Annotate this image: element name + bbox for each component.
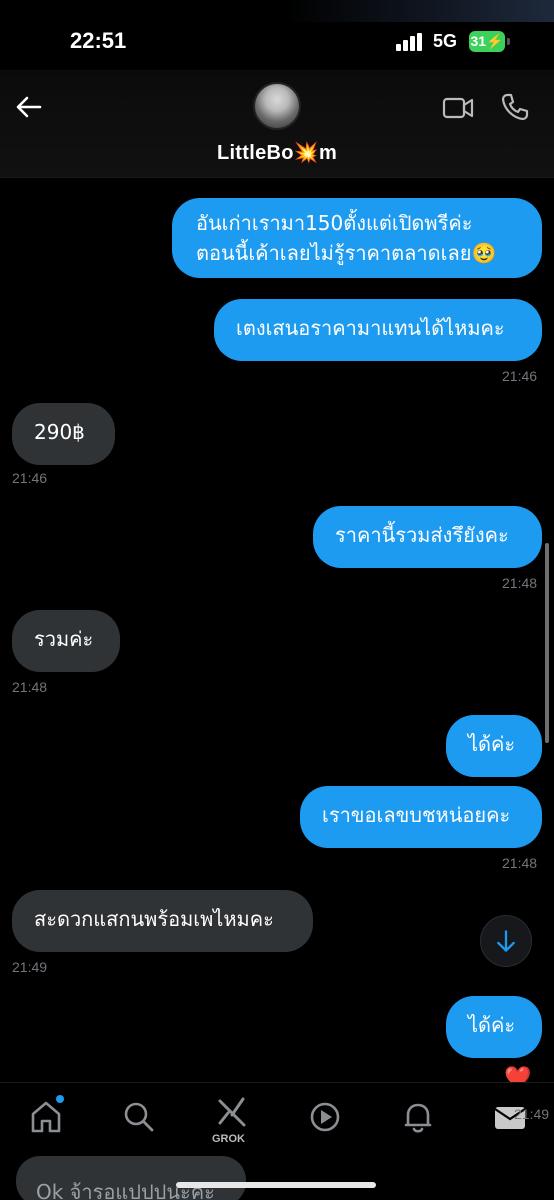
scrollbar[interactable] <box>545 543 549 743</box>
contact-name[interactable]: LittleBo💥m <box>0 140 554 165</box>
grok-label: GROK <box>212 1133 245 1145</box>
scroll-to-bottom-icon[interactable] <box>480 915 532 967</box>
grok-icon[interactable] <box>212 1093 252 1133</box>
search-icon[interactable] <box>119 1097 159 1137</box>
message-bubble-in[interactable]: 290฿ <box>12 403 115 465</box>
message-bubble-out[interactable]: ราคานี้รวมส่งรึยังคะ <box>313 506 542 568</box>
bottom-navigation: GROK <box>0 1082 554 1152</box>
message-timestamp: 21:49 <box>12 959 48 975</box>
message-timestamp: 21:48 <box>502 855 538 871</box>
status-bar: 22:51 5G 31⚡ <box>0 0 554 70</box>
video-call-icon[interactable] <box>442 94 474 122</box>
notification-glow <box>284 0 554 22</box>
heart-reaction-icon[interactable]: ❤️ <box>504 1066 531 1082</box>
composer-area: Ok จ้ารอแปปปนะคะ <box>0 1152 554 1200</box>
message-timestamp: 21:48 <box>502 575 538 591</box>
message-input[interactable]: Ok จ้ารอแปปปนะคะ <box>16 1156 246 1200</box>
signal-icon <box>396 33 422 51</box>
conversation-header: LittleBo💥m <box>0 70 554 178</box>
message-bubble-out[interactable]: เตงเสนอราคามาแทนได้ไหมคะ <box>214 299 542 361</box>
status-time: 22:51 <box>70 28 127 53</box>
message-list[interactable]: อันเก่าเรามา150ตั้งแต่เปิดพรีค่ะ ตอนนี้เ… <box>0 178 554 1082</box>
message-bubble-out[interactable]: ได้ค่ะ <box>446 715 542 777</box>
avatar[interactable] <box>253 82 301 130</box>
battery-level: 31 <box>470 33 487 49</box>
message-bubble-out[interactable]: เราขอเลขบชหน่อยคะ <box>300 786 542 848</box>
back-arrow-icon[interactable] <box>14 92 44 122</box>
home-icon[interactable] <box>26 1097 66 1137</box>
battery-cap <box>507 38 510 45</box>
unread-dot <box>56 1095 64 1103</box>
message-bubble-in[interactable]: สะดวกแสกนพร้อมเพไหมคะ <box>12 890 313 952</box>
message-line: อันเก่าเรามา150ตั้งแต่เปิดพรีค่ะ <box>196 211 473 235</box>
network-type: 5G <box>433 31 458 51</box>
message-timestamp: 21:48 <box>12 679 48 695</box>
battery-icon: 31⚡ <box>469 31 505 52</box>
message-bubble-out[interactable]: อันเก่าเรามา150ตั้งแต่เปิดพรีค่ะ ตอนนี้เ… <box>172 198 542 278</box>
message-timestamp: 21:46 <box>502 368 538 384</box>
notifications-icon[interactable] <box>398 1097 438 1137</box>
message-timestamp: 21:49 <box>514 1106 550 1122</box>
phone-icon[interactable] <box>500 92 530 122</box>
message-line: ตอนนี้เค้าเลยไม่รู้ราคาตลาดเลย🥹 <box>196 241 497 265</box>
video-icon[interactable] <box>305 1097 345 1137</box>
home-indicator[interactable] <box>176 1182 376 1188</box>
message-bubble-out[interactable]: ได้ค่ะ <box>446 996 542 1058</box>
message-timestamp: 21:46 <box>12 470 48 486</box>
message-bubble-in[interactable]: รวมค่ะ <box>12 610 120 672</box>
